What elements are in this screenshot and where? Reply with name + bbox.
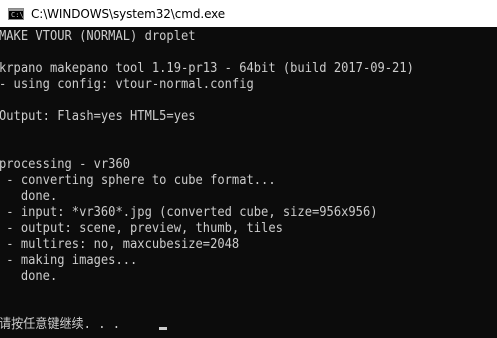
- title-bar[interactable]: C:\ C:\WINDOWS\system32\cmd.exe: [0, 0, 497, 27]
- cmd-icon-prompt: C:\: [11, 10, 24, 19]
- pause-prompt: 请按任意键继续. . .: [0, 317, 121, 332]
- console-line: - using config: vtour-normal.config: [0, 77, 254, 92]
- console-line: MAKE VTOUR (NORMAL) droplet: [0, 29, 196, 44]
- console-line: Output: Flash=yes HTML5=yes: [0, 109, 196, 124]
- console-line: - converting sphere to cube format...: [0, 173, 276, 188]
- console-line: done.: [0, 269, 58, 284]
- console-line: - making images...: [0, 253, 138, 268]
- console-output[interactable]: MAKE VTOUR (NORMAL) droplet krpano makep…: [0, 27, 497, 338]
- console-line: - output: scene, preview, thumb, tiles: [0, 221, 283, 236]
- console-line: - multires: no, maxcubesize=2048: [0, 237, 240, 252]
- console-line: processing - vr360: [0, 157, 131, 172]
- window-title: C:\WINDOWS\system32\cmd.exe: [31, 6, 226, 21]
- console-line: done.: [0, 189, 58, 204]
- text-cursor: [159, 327, 167, 330]
- cmd-icon[interactable]: C:\: [8, 7, 24, 20]
- cmd-window: C:\ C:\WINDOWS\system32\cmd.exe MAKE VTO…: [0, 0, 497, 338]
- console-line: - input: *vr360*.jpg (converted cube, si…: [0, 205, 378, 220]
- console-line: krpano makepano tool 1.19-pr13 - 64bit (…: [0, 61, 414, 76]
